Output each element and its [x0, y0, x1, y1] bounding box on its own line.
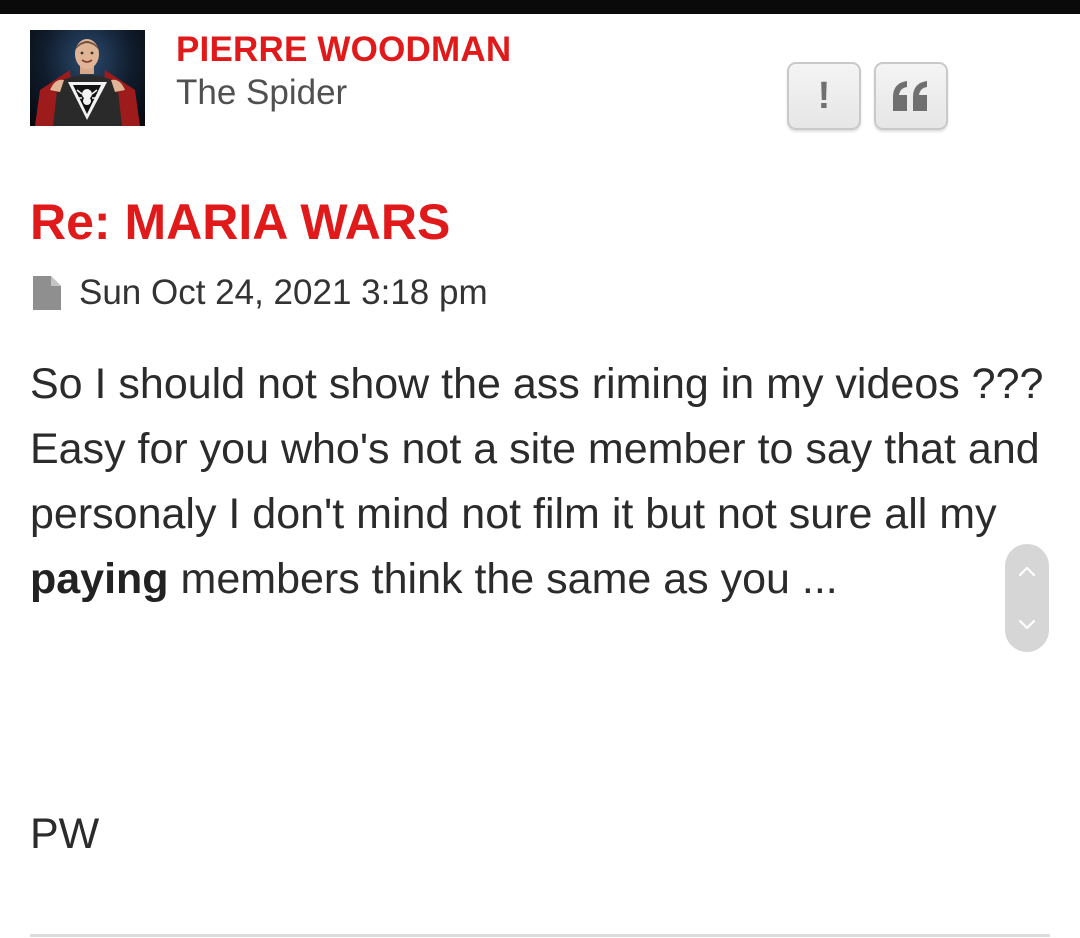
post-text-part1: So I should not show the ass riming in m…	[30, 360, 1044, 538]
superhero-spider-avatar-icon	[35, 39, 140, 126]
post-content: So I should not show the ass riming in m…	[30, 352, 1050, 612]
scroll-up-button[interactable]	[1005, 544, 1049, 598]
post-title[interactable]: Re: MARIA WARS	[30, 193, 450, 251]
author-name[interactable]: PIERRE WOODMAN	[176, 30, 511, 70]
exclamation-icon: !	[817, 75, 831, 117]
post-meta: Sun Oct 24, 2021 3:18 pm	[33, 271, 488, 315]
chevron-up-icon	[1018, 566, 1036, 577]
top-bar	[0, 0, 1080, 14]
user-avatar[interactable]	[30, 30, 145, 126]
post-text-bold: paying	[30, 555, 169, 603]
scroll-down-button[interactable]	[1005, 598, 1049, 652]
file-icon	[33, 276, 61, 310]
scroll-widget[interactable]	[1005, 544, 1049, 652]
chevron-down-icon	[1018, 619, 1036, 630]
author-rank: The Spider	[176, 73, 348, 112]
post-text-part2: members think the same as you ...	[168, 555, 838, 603]
post-signature: PW	[30, 810, 100, 858]
post-divider	[30, 934, 1050, 937]
report-button[interactable]: !	[787, 62, 861, 130]
quote-icon	[893, 81, 927, 111]
quote-button[interactable]	[874, 62, 948, 130]
post-date: Sun Oct 24, 2021 3:18 pm	[79, 273, 488, 312]
